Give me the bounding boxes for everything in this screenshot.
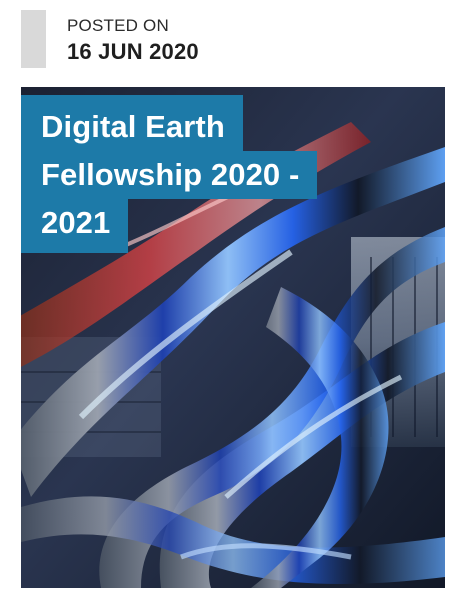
post-date-block: POSTED ON 16 JUN 2020 bbox=[21, 10, 199, 68]
title-line-1[interactable]: Digital Earth bbox=[21, 95, 243, 151]
title-line-3[interactable]: 2021 bbox=[21, 199, 129, 253]
date-text: POSTED ON 16 JUN 2020 bbox=[67, 10, 199, 65]
featured-title[interactable]: Digital Earth Fellowship 2020 - 2021 bbox=[21, 95, 318, 253]
title-line-2[interactable]: Fellowship 2020 - bbox=[21, 151, 318, 199]
post-date: 16 JUN 2020 bbox=[67, 39, 199, 64]
posted-on-label: POSTED ON bbox=[67, 16, 169, 35]
date-accent-bar bbox=[21, 10, 46, 68]
featured-post-card[interactable]: Digital Earth Fellowship 2020 - 2021 bbox=[21, 87, 445, 588]
